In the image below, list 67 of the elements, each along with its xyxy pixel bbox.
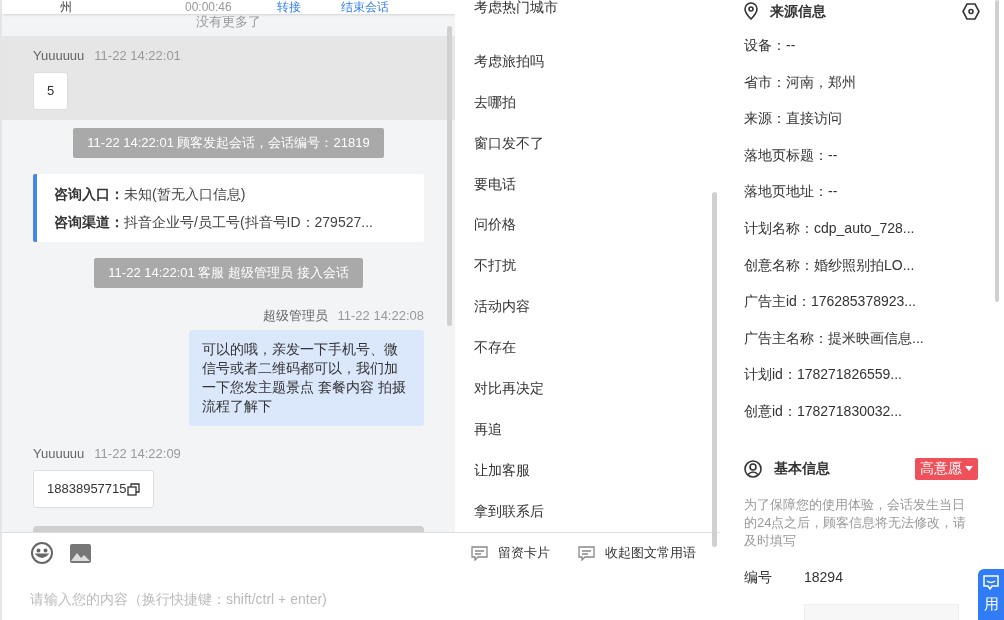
info-field: 创意id：178271830032...	[744, 392, 980, 430]
info-label: 咨询入口：	[54, 185, 124, 204]
quick-reply-item[interactable]: 拿到联系后	[474, 491, 720, 533]
message-time: 11-22 14:22:01	[94, 47, 181, 65]
transfer-link[interactable]: 转接	[276, 1, 301, 13]
info-field: 计划名称：cdp_auto_728...	[744, 209, 980, 247]
section-title: 基本信息	[774, 459, 830, 479]
quick-reply-item[interactable]: 去哪拍	[474, 81, 720, 123]
scrollbar[interactable]	[712, 192, 717, 547]
emoji-icon[interactable]	[30, 541, 54, 565]
message-time: 11-22 14:22:09	[94, 445, 181, 463]
info-value: 抖音企业号/员工号(抖音号ID：279527...	[124, 213, 373, 232]
intent-tag[interactable]: 高意愿	[915, 457, 978, 480]
info-field: 广告主名称：提米映画信息...	[744, 319, 980, 357]
city-text: 州	[60, 1, 72, 13]
quick-reply-item[interactable]: 问价格	[474, 204, 720, 246]
message-bubble: 可以的哦，亲发一下手机号、微信号或者二维码都可以，我们加一下您发主题景点 套餐内容 拍摄流程了解下	[189, 330, 424, 426]
info-field: 落地页标题：--	[744, 136, 980, 174]
info-field: 省市：河南，郑州	[744, 63, 980, 101]
image-icon[interactable]	[69, 542, 92, 564]
info-field: 落地页地址：--	[744, 173, 980, 210]
quick-reply-item[interactable]: 要电话	[474, 163, 720, 205]
quick-reply-item[interactable]: 对比再决定	[474, 368, 720, 410]
message-icon	[471, 545, 488, 561]
info-label: 咨询渠道：	[54, 213, 124, 232]
info-field: 创意名称：婚纱照别拍LO...	[744, 246, 980, 284]
info-field: 广告主id：176285378923...	[744, 283, 980, 320]
quick-reply-item[interactable]: 活动内容	[474, 286, 720, 328]
duration-text: 00:00:46	[185, 1, 232, 13]
toolbar-action-button[interactable]: 留资卡片	[471, 543, 550, 563]
info-field: 计划id：178271826559...	[744, 356, 980, 393]
sender-name: Yuuuuuu	[33, 445, 85, 463]
section-title: 来源信息	[770, 1, 826, 21]
settings-icon[interactable]	[962, 2, 980, 20]
scrollbar[interactable]	[995, 0, 999, 302]
no-more-text: 没有更多了	[195, 14, 262, 31]
quick-reply-item[interactable]: 让加客服	[474, 450, 720, 492]
chat-icon	[983, 575, 999, 591]
sender-name: Yuuuuuu	[33, 47, 85, 65]
caret-icon	[965, 466, 973, 472]
quick-reply-item[interactable]: 不打扰	[474, 245, 720, 287]
user-icon	[744, 459, 762, 478]
quick-reply-item[interactable]: 不存在	[474, 327, 720, 369]
quick-reply-item[interactable]: 考虑旅拍吗	[474, 40, 720, 82]
message-time: 11-22 14:22:08	[337, 307, 424, 325]
feedback-button[interactable]: 用	[978, 569, 1004, 620]
system-notice: 11-22 14:22:01 客服 超级管理员 接入会话	[94, 258, 363, 288]
field-label: 编号	[744, 567, 773, 587]
message-input[interactable]: 请输入您的内容（换行快捷键：shift/ctrl + enter)	[30, 589, 630, 610]
message-text: 5	[47, 82, 55, 101]
info-value: 未知(暂无入口信息)	[124, 185, 246, 204]
message-icon	[578, 545, 595, 561]
notice-text: 为了保障您的使用体验，会话发生当日的24点之后，顾客信息将无法修改，请及时填写	[744, 495, 968, 550]
quick-reply-item[interactable]: 再追	[474, 409, 720, 451]
info-field: 来源：直接访问	[744, 100, 980, 137]
scrollbar[interactable]	[447, 26, 452, 326]
quick-reply-item[interactable]: 考虑热门城市	[474, 0, 720, 41]
field-value: 18294	[804, 567, 843, 587]
quick-reply-item[interactable]: 窗口发不了	[474, 122, 720, 164]
system-notice: 11-22 14:22:01 顾客发起会话，会话编号：21819	[73, 128, 384, 158]
toolbar-action-button[interactable]: 收起图文常用语	[578, 543, 696, 563]
sender-name: 超级管理员	[262, 307, 328, 325]
message-text: 18838957715	[47, 480, 127, 499]
copy-icon[interactable]	[126, 482, 140, 496]
location-pin-icon	[744, 2, 758, 20]
end-session-link[interactable]: 结束会话	[340, 1, 389, 13]
info-field: 设备：--	[744, 27, 980, 64]
